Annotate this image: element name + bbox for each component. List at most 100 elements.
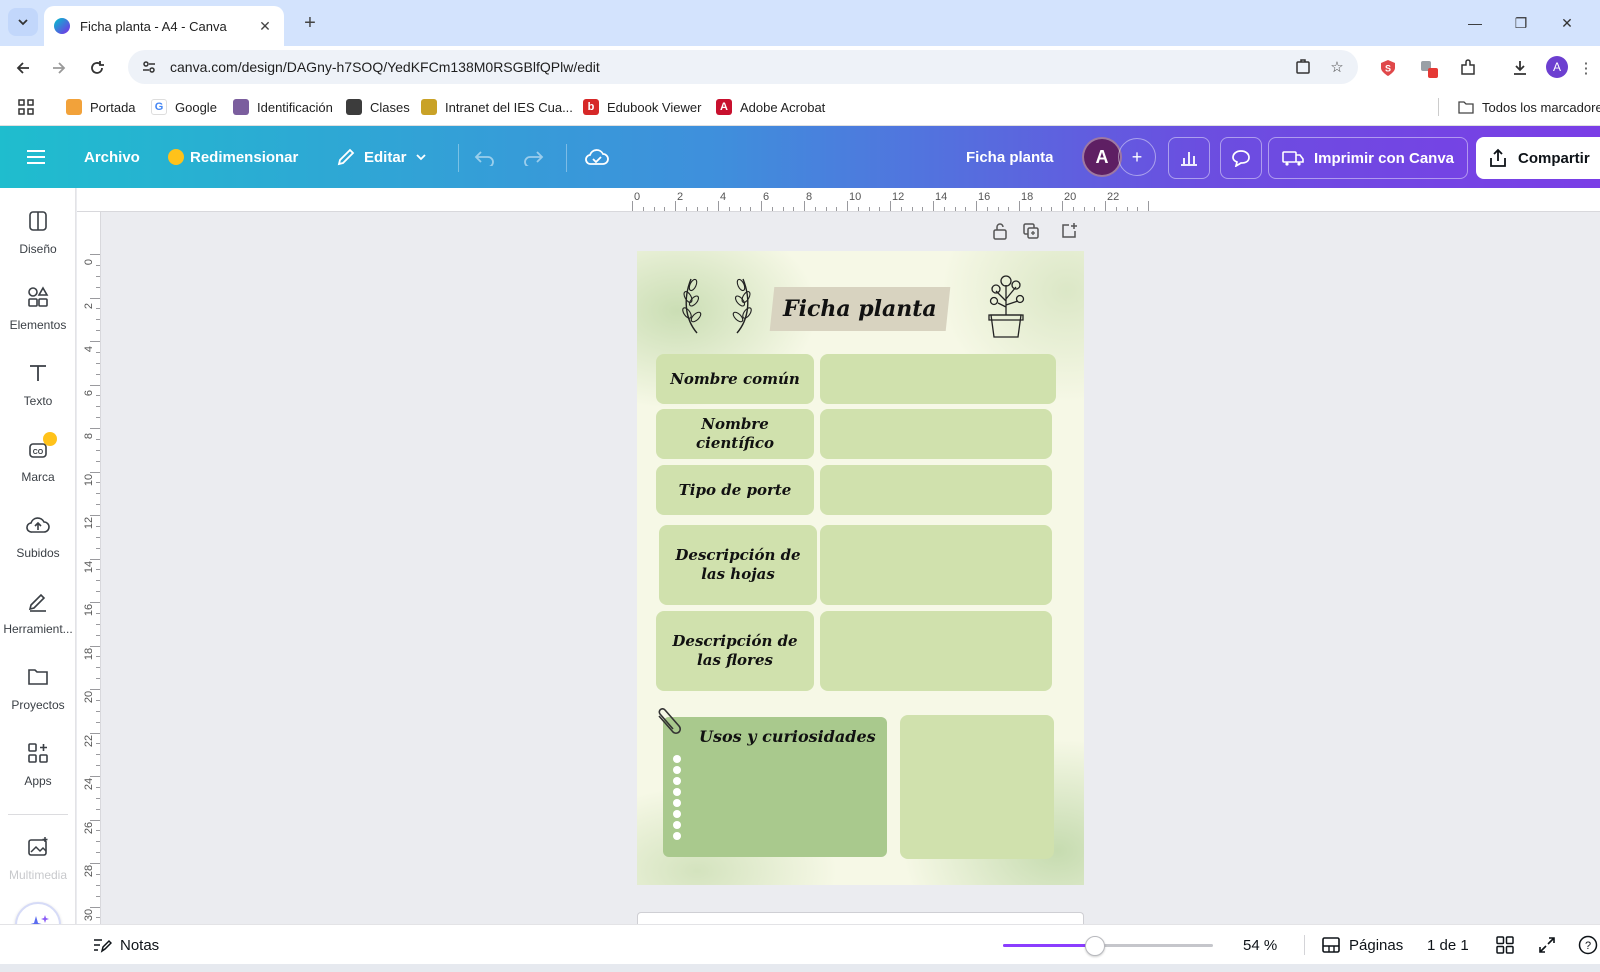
pages-button[interactable]: Páginas [1321,925,1403,965]
minimize-icon[interactable]: — [1452,10,1498,36]
comments-button[interactable] [1220,137,1262,179]
redo-button[interactable] [522,126,544,188]
sidebar-item-uploads[interactable]: Subidos [0,500,76,570]
tab-search-button[interactable] [8,8,38,36]
kebab-menu-icon[interactable]: ⋮ [1574,56,1598,80]
print-with-canva-button[interactable]: Imprimir con Canva [1268,137,1468,179]
bookmark-edubook[interactable]: b Edubook Viewer [583,98,701,116]
add-page-icon[interactable] [1058,220,1080,242]
sidebar-item-tools[interactable]: Herramient... [0,576,76,646]
cloud-save-status[interactable] [584,126,610,188]
page-counter[interactable]: 1 de 1 [1427,925,1469,965]
back-button[interactable] [8,53,38,83]
elements-icon [23,282,53,312]
zoom-slider-handle[interactable] [1085,936,1106,956]
help-button[interactable]: ? [1578,925,1598,965]
ruler-tick [96,591,100,593]
ruler-v-label: 18 [83,647,95,660]
duplicate-page-icon[interactable] [1020,220,1042,242]
grid-view-button[interactable] [1496,925,1514,965]
apps-grid-icon[interactable] [18,98,34,116]
resize-button[interactable]: Redimensionar [168,126,298,188]
restore-icon[interactable]: ❐ [1498,10,1544,36]
ruler-v-label: 0 [83,258,95,266]
sidebar-item-media[interactable]: Multimedia [0,822,76,892]
bookmark-intranet[interactable]: Intranet del IES Cua... [421,98,573,116]
ruler-tick [96,699,100,701]
extension-shield-icon[interactable]: S [1376,56,1400,80]
field-label-leaves[interactable]: Descripción de las hojas [659,525,817,605]
bookmark-portada[interactable]: Portada [66,98,136,116]
zoom-percentage[interactable]: 54 % [1243,925,1277,965]
bookmark-acrobat[interactable]: A Adobe Acrobat [716,98,825,116]
field-label-scientific-name[interactable]: Nombre científico [656,409,814,459]
extensions-puzzle-icon[interactable] [1456,56,1480,80]
notes-button[interactable]: Notas [92,925,159,965]
bookmark-google[interactable]: G Google [151,98,217,116]
arrow-right-icon [53,62,66,74]
horizontal-ruler[interactable]: 0 2 4 6 8 10 12 14 16 18 20 22 [100,188,1600,212]
sidebar-item-elements[interactable]: Elementos [0,272,76,342]
ruler-tick [96,351,100,353]
field-label-growth-type[interactable]: Tipo de porte [656,465,814,515]
ruler-tick [90,906,100,908]
field-value-common-name[interactable] [820,354,1056,404]
field-value-leaves[interactable] [820,525,1052,605]
ruler-h-label: 8 [806,191,813,203]
field-value-scientific-name[interactable] [820,409,1052,459]
invite-button[interactable]: + [1118,138,1156,176]
download-icon[interactable] [1508,56,1532,80]
field-value-growth-type[interactable] [820,465,1052,515]
edit-menu[interactable]: Editar [336,126,427,188]
title-banner[interactable]: Ficha planta [769,287,951,331]
lock-page-icon[interactable] [989,220,1011,242]
extension-badge-icon[interactable] [1416,56,1440,80]
browser-tab-active[interactable]: Ficha planta - A4 - Canva ✕ [44,6,284,46]
bookmark-clases[interactable]: Clases [346,98,410,116]
side-image-box[interactable] [900,715,1054,859]
design-page[interactable]: Ficha planta Nombre común Nombre científ… [637,251,1084,885]
all-bookmarks[interactable]: Todos los marcadores [1458,98,1600,116]
ruler-h-label: 10 [849,191,862,203]
url-text[interactable]: canva.com/design/DAGny-h7SOQ/YedKFCm138M… [170,59,1290,75]
ruler-tick [90,689,100,690]
insights-button[interactable] [1168,137,1210,179]
bookmark-identificacion[interactable]: Identificación [233,98,333,116]
sidebar-item-projects[interactable]: Proyectos [0,652,76,722]
sidebar-item-text[interactable]: Texto [0,348,76,418]
fullscreen-button[interactable] [1538,925,1556,965]
sidebar-item-apps[interactable]: Apps [0,728,76,798]
field-value-flowers[interactable] [820,611,1052,691]
vertical-ruler[interactable]: 0 2 4 6 8 10 12 14 16 18 20 22 24 26 28 30 [77,212,101,924]
ruler-tick [90,471,100,473]
ruler-tick [804,201,805,211]
uses-notepad[interactable]: Usos y curiosidades [663,717,887,857]
share-button[interactable]: Compartir [1476,137,1600,179]
document-title[interactable]: Ficha planta [966,126,1054,188]
uses-title[interactable]: Usos y curiosidades [699,727,876,746]
tab-close-icon[interactable]: ✕ [256,18,274,35]
field-label-common-name[interactable]: Nombre común [656,354,814,404]
main-menu-button[interactable] [26,126,46,188]
reload-button[interactable] [82,53,112,83]
design-title[interactable]: Ficha planta [783,296,937,322]
site-settings-icon[interactable] [140,58,158,76]
sidebar-item-design[interactable]: Diseño [0,196,76,266]
new-tab-button[interactable]: + [296,9,324,37]
comment-icon [1232,150,1250,167]
install-app-icon[interactable] [1290,54,1316,80]
ruler-tick [1072,207,1074,211]
forward-button[interactable] [44,53,74,83]
profile-avatar[interactable]: A [1546,56,1568,78]
address-bar[interactable]: canva.com/design/DAGny-h7SOQ/YedKFCm138M… [128,50,1358,84]
close-window-icon[interactable]: ✕ [1544,10,1590,36]
collaborator-avatar[interactable]: A [1082,137,1122,177]
undo-button[interactable] [474,126,496,188]
ruler-tick [1019,201,1020,211]
bookmark-star-icon[interactable]: ☆ [1324,54,1350,80]
sidebar-item-brand[interactable]: CO Marca [0,424,76,494]
file-menu[interactable]: Archivo [84,126,140,188]
ruler-tick [696,207,698,211]
field-label-flowers[interactable]: Descripción de las flores [656,611,814,691]
zoom-slider[interactable] [1003,944,1213,947]
